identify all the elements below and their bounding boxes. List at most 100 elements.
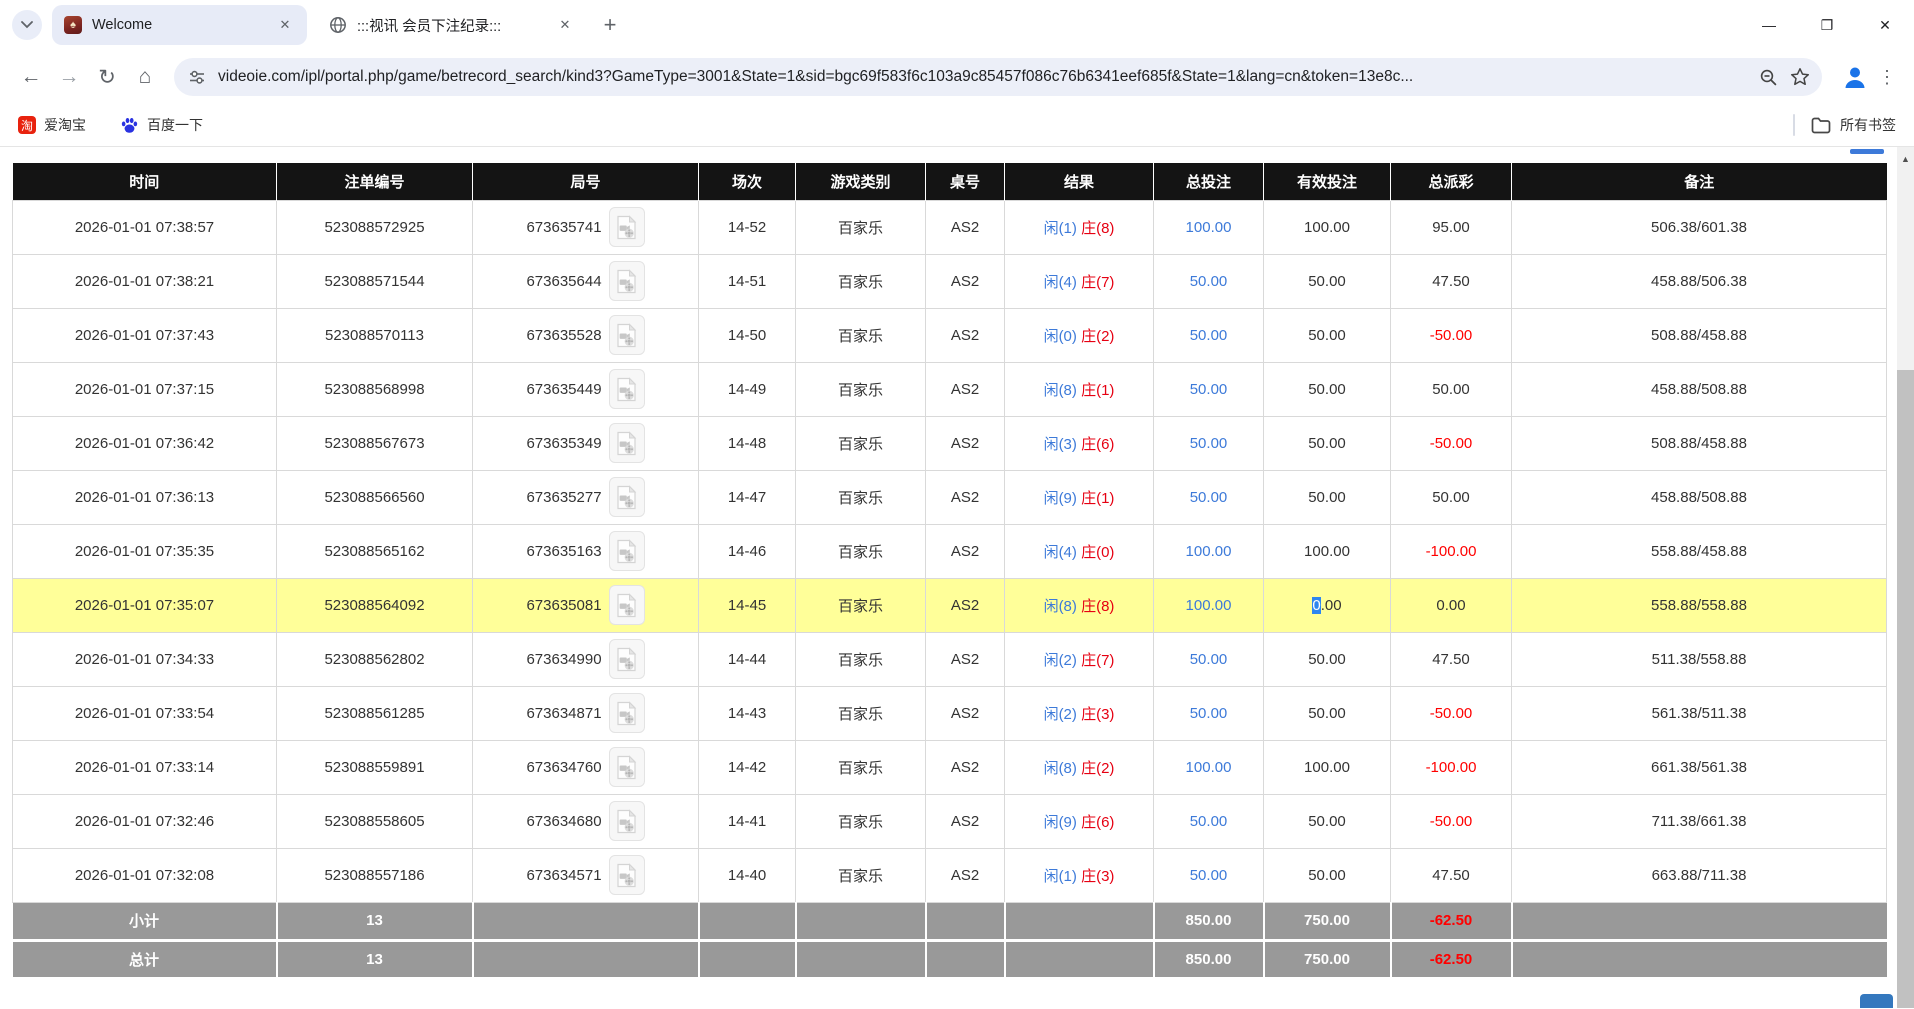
video-replay-icon[interactable] xyxy=(609,693,645,733)
total-bet-link[interactable]: 100.00 xyxy=(1186,597,1232,614)
cell-total-bet: 50.00 xyxy=(1154,848,1264,902)
tab-welcome[interactable]: ♠ Welcome ✕ xyxy=(52,5,307,45)
total-bet-link[interactable]: 50.00 xyxy=(1190,489,1228,506)
result-banker: 庄(1) xyxy=(1081,490,1114,507)
site-settings-icon[interactable] xyxy=(188,68,206,86)
result-player: 闲(1) xyxy=(1044,868,1077,885)
cell-total-bet: 50.00 xyxy=(1154,686,1264,740)
url-text[interactable]: videoie.com/ipl/portal.php/game/betrecor… xyxy=(218,68,1752,86)
cell-remark: 506.38/601.38 xyxy=(1512,200,1887,254)
cell-game-type: 百家乐 xyxy=(796,200,926,254)
partial-blue-element-bottom[interactable] xyxy=(1860,994,1893,1008)
total-bet-link[interactable]: 100.00 xyxy=(1186,759,1232,776)
cell-remark: 663.88/711.38 xyxy=(1512,848,1887,902)
video-replay-icon[interactable] xyxy=(609,207,645,247)
cell-table-no: AS2 xyxy=(926,632,1005,686)
cell-session: 14-43 xyxy=(699,686,796,740)
cell-session: 14-51 xyxy=(699,254,796,308)
total-bet-link[interactable]: 50.00 xyxy=(1190,381,1228,398)
close-window-button[interactable]: ✕ xyxy=(1856,0,1914,50)
cell-payout: 50.00 xyxy=(1391,362,1512,416)
result-banker: 庄(2) xyxy=(1081,760,1114,777)
total-bet-link[interactable]: 50.00 xyxy=(1190,327,1228,344)
home-button[interactable]: ⌂ xyxy=(126,58,164,96)
cell-round-id: 673635277 xyxy=(473,470,699,524)
cell-time: 2026-01-01 07:37:43 xyxy=(13,308,277,362)
total-bet-link[interactable]: 100.00 xyxy=(1186,219,1232,236)
video-replay-icon[interactable] xyxy=(609,747,645,787)
browser-toolbar: ← → ↻ ⌂ videoie.com/ipl/portal.php/game/… xyxy=(0,50,1914,104)
close-tab-icon[interactable]: ✕ xyxy=(555,15,575,35)
table-row: 2026-01-01 07:38:57 523088572925 6736357… xyxy=(13,200,1887,254)
subtotal-count: 13 xyxy=(277,902,473,940)
back-button[interactable]: ← xyxy=(12,58,50,96)
tab-search-button[interactable] xyxy=(12,10,42,40)
total-bet-link[interactable]: 50.00 xyxy=(1190,273,1228,290)
bookmark-baidu[interactable]: 百度一下 xyxy=(120,115,203,135)
forward-button[interactable]: → xyxy=(50,58,88,96)
zoom-icon[interactable] xyxy=(1752,61,1784,93)
video-replay-icon[interactable] xyxy=(609,369,645,409)
maximize-button[interactable]: ❐ xyxy=(1798,0,1856,50)
total-bet-link[interactable]: 50.00 xyxy=(1190,705,1228,722)
video-replay-icon[interactable] xyxy=(609,531,645,571)
col-game-type: 游戏类别 xyxy=(796,163,926,200)
cell-total-bet: 50.00 xyxy=(1154,632,1264,686)
cell-table-no: AS2 xyxy=(926,308,1005,362)
cell-total-bet: 50.00 xyxy=(1154,416,1264,470)
video-replay-icon[interactable] xyxy=(609,423,645,463)
video-replay-icon[interactable] xyxy=(609,315,645,355)
bookmark-aitaobao[interactable]: 淘 爱淘宝 xyxy=(18,115,86,135)
cell-table-no: AS2 xyxy=(926,794,1005,848)
col-session: 场次 xyxy=(699,163,796,200)
result-banker: 庄(0) xyxy=(1081,544,1114,561)
cell-bet-id: 523088571544 xyxy=(277,254,473,308)
menu-kebab-icon[interactable]: ⋮ xyxy=(1872,60,1902,94)
minimize-button[interactable]: — xyxy=(1740,0,1798,50)
profile-avatar[interactable] xyxy=(1838,60,1872,94)
cell-remark: 508.88/458.88 xyxy=(1512,308,1887,362)
scrollbar-thumb[interactable] xyxy=(1897,370,1914,1008)
video-replay-icon[interactable] xyxy=(609,585,645,625)
bookmark-star-icon[interactable] xyxy=(1784,61,1816,93)
cell-bet-id: 523088572925 xyxy=(277,200,473,254)
address-bar[interactable]: videoie.com/ipl/portal.php/game/betrecor… xyxy=(174,58,1822,96)
total-bet-link[interactable]: 50.00 xyxy=(1190,435,1228,452)
col-remark: 备注 xyxy=(1512,163,1887,200)
cell-payout: 47.50 xyxy=(1391,254,1512,308)
page-scrollbar[interactable]: ▲ xyxy=(1897,147,1914,1008)
total-count: 13 xyxy=(277,940,473,978)
table-row: 2026-01-01 07:36:13 523088566560 6736352… xyxy=(13,470,1887,524)
cell-time: 2026-01-01 07:38:57 xyxy=(13,200,277,254)
total-bet-link[interactable]: 50.00 xyxy=(1190,813,1228,830)
cell-table-no: AS2 xyxy=(926,686,1005,740)
cell-valid-bet: 50.00 xyxy=(1264,848,1391,902)
result-player: 闲(2) xyxy=(1044,706,1077,723)
all-bookmarks-button[interactable]: 所有书签 xyxy=(1811,115,1896,135)
total-bet-link[interactable]: 100.00 xyxy=(1186,543,1232,560)
video-replay-icon[interactable] xyxy=(609,639,645,679)
reload-button[interactable]: ↻ xyxy=(88,58,126,96)
cell-round-id: 673635644 xyxy=(473,254,699,308)
video-replay-icon[interactable] xyxy=(609,801,645,841)
cell-bet-id: 523088566560 xyxy=(277,470,473,524)
bet-record-table: 时间 注单编号 局号 场次 游戏类别 桌号 结果 总投注 有效投注 总派彩 备注… xyxy=(12,163,1887,980)
total-bet-link[interactable]: 50.00 xyxy=(1190,867,1228,884)
cell-payout: -50.00 xyxy=(1391,686,1512,740)
close-tab-icon[interactable]: ✕ xyxy=(275,15,295,35)
partial-blue-element-top[interactable] xyxy=(1850,149,1884,154)
total-bet-link[interactable]: 50.00 xyxy=(1190,651,1228,668)
bookmarks-bar: 淘 爱淘宝 百度一下 所有书签 xyxy=(0,104,1914,147)
tab-betrecord[interactable]: :::视讯 会员下注纪录::: ✕ xyxy=(317,5,587,45)
col-result: 结果 xyxy=(1005,163,1154,200)
scrollbar-up-arrow-icon[interactable]: ▲ xyxy=(1897,147,1914,171)
video-replay-icon[interactable] xyxy=(609,261,645,301)
tab-title: Welcome xyxy=(92,17,265,33)
total-total-bet: 850.00 xyxy=(1154,940,1264,978)
cell-time: 2026-01-01 07:36:42 xyxy=(13,416,277,470)
video-replay-icon[interactable] xyxy=(609,855,645,895)
new-tab-button[interactable]: + xyxy=(595,10,625,40)
cell-bet-id: 523088562802 xyxy=(277,632,473,686)
video-replay-icon[interactable] xyxy=(609,477,645,517)
cell-payout: -50.00 xyxy=(1391,416,1512,470)
